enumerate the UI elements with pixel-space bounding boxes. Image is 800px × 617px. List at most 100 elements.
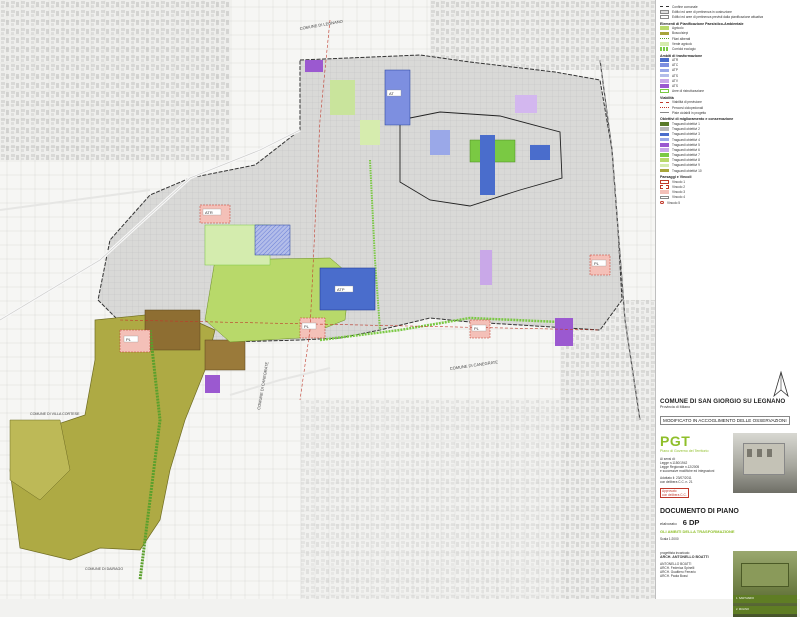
map-sheet: ATR PL PL PL ATP PL AT COMUNE DI LEGNANO… <box>0 0 800 617</box>
label-strip-2: 2. MULINO <box>733 606 797 614</box>
legend-label: Percorsi ciclopedonali <box>672 105 704 110</box>
swatch-m10 <box>660 168 669 173</box>
swatch-v1 <box>660 180 669 184</box>
legend-label: Vincolo 1 <box>672 179 686 184</box>
green-patch-2 <box>330 80 355 115</box>
aerial-field <box>741 563 789 587</box>
approval-line: con delibera C.C. <box>662 493 687 497</box>
swatch-planned <box>660 15 669 19</box>
legend-label: Traguardi obiettivi 6 <box>672 147 700 152</box>
legend-label: Edifici ed aree di pertinenza previsti d… <box>672 14 764 19</box>
legend-row-ristrutt: Aree di ristrutturazione <box>660 89 797 94</box>
title-block: COMUNE DI SAN GIORGIO SU LEGNANO Provinc… <box>656 398 800 617</box>
legend-row-planned-building: Edifici ed aree di pertinenza previsti d… <box>660 14 797 19</box>
swatch-building <box>660 9 669 14</box>
legend-label: Traguardi obiettivi 1 <box>672 121 700 126</box>
legend-label: Corridoi ecologici <box>672 46 697 51</box>
transformation-area-atc[interactable] <box>480 135 495 195</box>
swatch-ristrutt <box>660 89 669 94</box>
brown-area[interactable] <box>144 309 201 351</box>
swatch-m1 <box>660 122 669 126</box>
legend-label: Traguardi obiettivi 8 <box>672 158 700 163</box>
law-line: e successive modifiche ed integrazioni <box>660 469 715 473</box>
provincia: Provincia di Milano <box>660 405 691 409</box>
legend-row-v5: Vincolo 5 <box>660 200 797 205</box>
neighbour-urban-s <box>300 400 560 599</box>
legend-label: Piste ciclabili in progetto <box>672 110 707 115</box>
legend-label: Vincolo 2 <box>672 185 686 190</box>
swatch-corridoi <box>660 47 669 51</box>
documento-title: DOCUMENTO DI PIANO <box>660 508 739 515</box>
legend-label: Viabilità di previsione <box>672 100 702 105</box>
service-area-4[interactable] <box>205 375 220 393</box>
legend-label: ATC <box>672 63 679 68</box>
transformation-area-atr[interactable] <box>384 69 411 126</box>
svg-text:ATP: ATP <box>337 287 345 292</box>
svg-text:PL: PL <box>594 261 600 266</box>
photo-mulino: 1. SANTUARIO 2. MULINO <box>733 551 797 617</box>
label-comune-dairago: COMUNE DI DAIRAGO <box>85 567 123 571</box>
swatch-m3 <box>660 132 669 137</box>
swatch-verde <box>660 41 669 46</box>
legend-label: Bosco/siepi <box>672 31 689 36</box>
legend-label: ATP <box>672 68 678 73</box>
legend-row-corridoi: Corridoi ecologici <box>660 46 797 51</box>
legend-label: ATV <box>672 78 678 83</box>
brown-area-2[interactable] <box>204 339 246 371</box>
legend-label: Confine comunale <box>672 4 698 9</box>
legend-label: Agricolo <box>672 26 684 31</box>
swatch-m5 <box>660 142 669 147</box>
svg-text:PL: PL <box>126 337 132 342</box>
photo-building <box>743 443 785 475</box>
area-tag-1: ATR <box>202 208 222 216</box>
svg-text:PL: PL <box>304 324 310 329</box>
service-area-5[interactable] <box>515 95 537 113</box>
legend-label: Traguardi obiettivi 5 <box>672 142 700 147</box>
swatch-atr <box>660 58 669 62</box>
area-tag-4: PL <box>591 259 607 267</box>
zoning-map[interactable]: ATR PL PL PL ATP PL AT COMUNE DI LEGNANO… <box>0 0 655 599</box>
swatch-atp <box>660 68 669 73</box>
swatch-viab3 <box>660 112 669 114</box>
transformation-area-small[interactable] <box>530 145 550 160</box>
legend-label: Vincolo 4 <box>672 195 686 200</box>
service-area-1[interactable] <box>480 250 492 285</box>
swatch-m7 <box>660 153 669 157</box>
north-arrow-icon <box>773 370 789 398</box>
swatch-m4 <box>660 137 669 142</box>
photo-window <box>757 449 762 457</box>
legend-label: Traguardi obiettivi 10 <box>672 168 702 173</box>
label-comune-villa-cortese: COMUNE DI VILLA CORTESE <box>30 412 80 416</box>
swatch-ats <box>660 73 669 78</box>
swatch-v4 <box>660 195 669 200</box>
swatch-boundary <box>660 6 669 8</box>
legend-label: Traguardi obiettivi 9 <box>672 163 700 168</box>
area-tag-6: PL <box>471 324 487 332</box>
legend-label: Vincolo 3 <box>672 190 686 195</box>
transformation-area-hatched[interactable] <box>254 224 291 256</box>
modified-stamp: MODIFICATO IN ACCOGLIMENTO DELLE OSSERVA… <box>660 416 790 425</box>
photo-window <box>747 449 752 457</box>
legend-label: Traguardi obiettivi 7 <box>672 153 700 158</box>
swatch-m6 <box>660 148 669 152</box>
green-patch <box>360 120 380 145</box>
area-tag-2: PL <box>123 335 139 343</box>
service-area-3[interactable] <box>305 60 323 72</box>
svg-text:ATR: ATR <box>205 210 213 215</box>
elaborato-title: GLI AMBITI DELLA TRASFORMAZIONE <box>660 529 735 534</box>
team-member: ARCH. Paola Bossi <box>660 574 688 578</box>
transformation-area-ats[interactable] <box>430 130 450 155</box>
photo-window <box>767 449 772 457</box>
legend-label: Traguardi obiettivi 2 <box>672 127 700 132</box>
legend-label: Traguardi obiettivi 3 <box>672 132 700 137</box>
legend-panel: Confine comunale Edifici ed aree di pert… <box>655 0 800 617</box>
legend-label: ATS <box>672 84 678 89</box>
swatch-atc <box>660 63 669 68</box>
swatch-v2 <box>660 185 669 189</box>
area-tag-7: AT <box>386 89 402 97</box>
service-area-2[interactable] <box>555 318 573 346</box>
comune-title: COMUNE DI SAN GIORGIO SU LEGNANO <box>660 398 786 405</box>
photo-santuario <box>733 433 797 493</box>
area-tag-5: ATP <box>334 285 354 293</box>
neighbour-urban-nw <box>0 0 230 160</box>
